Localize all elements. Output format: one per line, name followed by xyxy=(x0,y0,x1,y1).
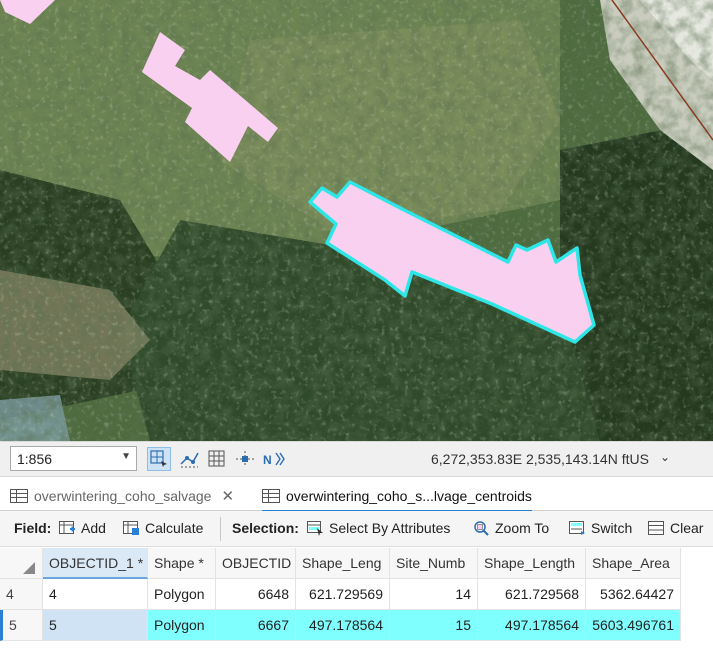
map-status-bar: 1:856 ▼ N 6,272,353.83E 2,535,143.14N ft… xyxy=(0,441,713,477)
table-row[interactable]: 4 4 Polygon 6648 621.729569 14 621.72956… xyxy=(0,579,713,610)
crosshair-guides-icon xyxy=(236,451,254,467)
calculate-field-button[interactable]: Calculate xyxy=(123,520,203,536)
select-by-attributes-icon xyxy=(307,520,323,536)
table-row-selected[interactable]: 5 5 Polygon 6667 497.178564 15 497.17856… xyxy=(0,610,713,641)
tab-overwintering-coho-salvage[interactable]: overwintering_coho_salvage ✕ xyxy=(10,482,234,510)
attribute-table-toolbar: Field: Add Calculate Selection: Select B… xyxy=(0,511,713,547)
row-number[interactable]: 4 xyxy=(0,579,43,610)
cell-shape-leng[interactable]: 497.178564 xyxy=(296,610,390,641)
column-header-objectid[interactable]: OBJECTID xyxy=(216,548,296,579)
table-icon xyxy=(10,489,28,503)
field-label: Field: xyxy=(14,520,52,536)
attribute-table: OBJECTID_1 * Shape * OBJECTID Shape_Leng… xyxy=(0,548,713,650)
svg-text:N: N xyxy=(263,453,272,467)
cell-shape-leng[interactable]: 621.729569 xyxy=(296,579,390,610)
row-number[interactable]: 5 xyxy=(0,610,43,641)
cell-shape-length[interactable]: 497.178564 xyxy=(478,610,586,641)
column-header-site-numb[interactable]: Site_Numb xyxy=(390,548,478,579)
zoom-to-button[interactable]: Zoom To xyxy=(473,520,549,536)
cell-site-numb[interactable]: 14 xyxy=(390,579,478,610)
grid-cursor-icon xyxy=(150,450,167,467)
tab-label: overwintering_coho_s...lvage_centroids xyxy=(286,488,532,504)
switch-selection-icon xyxy=(569,520,585,535)
add-field-button[interactable]: Add xyxy=(59,520,106,536)
switch-selection-button[interactable]: Switch xyxy=(569,520,632,536)
cell-objectid[interactable]: 6648 xyxy=(216,579,296,610)
north-arrow-icon: N xyxy=(263,452,285,467)
scale-dropdown[interactable]: 1:856 ▼ xyxy=(10,446,137,471)
column-header-objectid-1[interactable]: OBJECTID_1 * xyxy=(43,548,148,579)
select-by-attributes-button[interactable]: Select By Attributes xyxy=(307,520,450,536)
cell-shape[interactable]: Polygon xyxy=(148,610,216,641)
tab-overwintering-coho-salvage-centroids[interactable]: overwintering_coho_s...lvage_centroids xyxy=(262,482,532,512)
snapping-icon xyxy=(180,452,199,468)
map-view[interactable] xyxy=(0,0,713,441)
close-icon[interactable]: ✕ xyxy=(221,487,234,505)
cell-shape-area[interactable]: 5603.496761 xyxy=(586,610,681,641)
attribute-table-tabs: overwintering_coho_salvage ✕ overwinteri… xyxy=(0,477,713,512)
cell-shape[interactable]: Polygon xyxy=(148,579,216,610)
north-correction-tool-button[interactable]: N xyxy=(262,447,286,471)
add-field-icon xyxy=(59,520,75,534)
grid-snap-tool-button[interactable] xyxy=(147,447,171,471)
column-header-shape-leng[interactable]: Shape_Leng xyxy=(296,548,390,579)
cell-shape-area[interactable]: 5362.64427 xyxy=(586,579,681,610)
calculate-field-icon xyxy=(123,520,139,535)
guides-tool-button[interactable] xyxy=(233,447,257,471)
toolbar-divider xyxy=(220,517,221,541)
column-header-shape-area[interactable]: Shape_Area xyxy=(586,548,681,579)
table-icon xyxy=(262,489,280,503)
cell-shape-length[interactable]: 621.729568 xyxy=(478,579,586,610)
coordinate-readout: 6,272,353.83E 2,535,143.14N ftUS xyxy=(431,451,649,467)
tab-label: overwintering_coho_salvage xyxy=(34,488,212,504)
column-header-shape-length[interactable]: Shape_Length xyxy=(478,548,586,579)
selection-label: Selection: xyxy=(232,520,299,536)
chevron-down-icon: ▼ xyxy=(121,451,131,462)
map-canvas[interactable] xyxy=(0,0,713,441)
clear-selection-icon xyxy=(648,520,664,535)
chevron-down-icon: ⌄ xyxy=(660,450,671,464)
select-all-corner[interactable] xyxy=(0,548,43,579)
coordinate-format-dropdown[interactable]: ⌄ xyxy=(660,450,670,464)
cell-objectid-1[interactable]: 4 xyxy=(43,579,148,610)
corner-triangle-icon xyxy=(23,562,35,574)
scale-value: 1:856 xyxy=(17,451,53,467)
snapping-tool-button[interactable] xyxy=(177,447,201,471)
cell-site-numb[interactable]: 15 xyxy=(390,610,478,641)
table-header-row: OBJECTID_1 * Shape * OBJECTID Shape_Leng… xyxy=(0,548,713,579)
zoom-to-icon xyxy=(474,520,489,536)
cell-objectid-1[interactable]: 5 xyxy=(43,610,148,641)
cell-objectid[interactable]: 6667 xyxy=(216,610,296,641)
grid-icon xyxy=(208,450,225,467)
grid-tool-button[interactable] xyxy=(205,447,229,471)
clear-selection-button[interactable]: Clear xyxy=(648,520,703,536)
column-header-shape[interactable]: Shape * xyxy=(148,548,216,579)
